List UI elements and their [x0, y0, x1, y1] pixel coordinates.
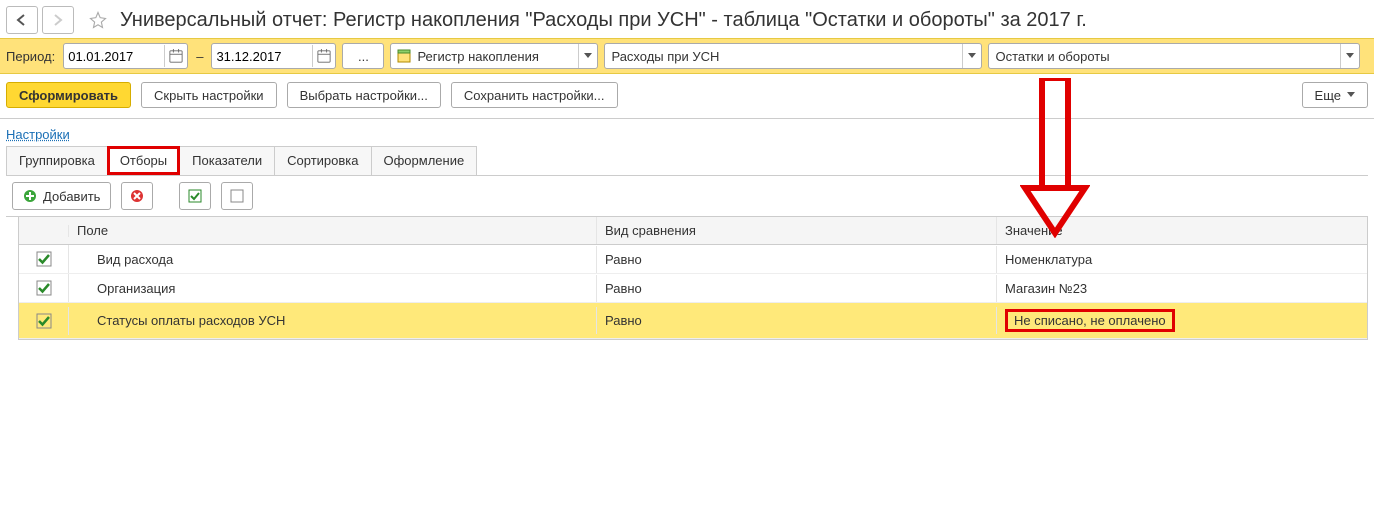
check-all-button[interactable]: [179, 182, 211, 210]
action-bar: Сформировать Скрыть настройки Выбрать на…: [0, 74, 1374, 119]
period-from-input[interactable]: [64, 45, 164, 67]
col-field[interactable]: Поле: [69, 217, 597, 244]
check-all-icon: [188, 189, 202, 203]
register-type-value: Регистр накопления: [417, 49, 538, 64]
chevron-down-icon[interactable]: [1340, 44, 1359, 68]
table-row[interactable]: Статусы оплаты расходов УСНРавноНе списа…: [19, 303, 1367, 339]
checkmark-icon: [36, 313, 52, 329]
checkmark-icon: [36, 280, 52, 296]
row-comparison[interactable]: Равно: [597, 246, 997, 273]
save-settings-button[interactable]: Сохранить настройки...: [451, 82, 618, 108]
row-comparison[interactable]: Равно: [597, 307, 997, 334]
title-bar: Универсальный отчет: Регистр накопления …: [0, 0, 1374, 38]
add-filter-button[interactable]: Добавить: [12, 182, 111, 210]
settings-link[interactable]: Настройки: [6, 127, 70, 142]
register-icon: [397, 49, 411, 63]
row-comparison[interactable]: Равно: [597, 275, 997, 302]
arrow-left-icon: [15, 14, 29, 26]
row-field[interactable]: Вид расхода: [69, 246, 597, 273]
calendar-icon[interactable]: [312, 45, 335, 67]
calendar-icon[interactable]: [164, 45, 187, 67]
uncheck-all-button[interactable]: [221, 182, 253, 210]
row-check[interactable]: [19, 245, 69, 273]
col-check: [19, 225, 69, 237]
arrow-right-icon: [51, 14, 65, 26]
row-value[interactable]: Номенклатура: [997, 246, 1367, 273]
more-label: Еще: [1315, 88, 1341, 103]
more-button[interactable]: Еще: [1302, 82, 1368, 108]
tab-measures[interactable]: Показатели: [179, 146, 275, 175]
row-field[interactable]: Организация: [69, 275, 597, 302]
tab-grouping[interactable]: Группировка: [6, 146, 108, 175]
filter-table: Поле Вид сравнения Значение Вид расходаР…: [18, 217, 1368, 340]
choose-settings-button[interactable]: Выбрать настройки...: [287, 82, 441, 108]
hide-settings-button[interactable]: Скрыть настройки: [141, 82, 277, 108]
favorite-icon[interactable]: [88, 10, 108, 30]
period-from: [63, 43, 188, 69]
period-bar: Период: – ... Регистр накопления Расходы…: [0, 38, 1374, 74]
back-button[interactable]: [6, 6, 38, 34]
register-type-combo[interactable]: Регистр накопления: [390, 43, 598, 69]
uncheck-all-icon: [230, 189, 244, 203]
row-value[interactable]: Не списано, не оплачено: [997, 303, 1367, 338]
table-name-value: Остатки и обороты: [995, 49, 1109, 64]
plus-icon: [23, 189, 37, 203]
page-title: Универсальный отчет: Регистр накопления …: [120, 9, 1087, 32]
delete-icon: [130, 189, 144, 203]
filter-table-header: Поле Вид сравнения Значение: [19, 217, 1367, 245]
tab-sorting[interactable]: Сортировка: [274, 146, 371, 175]
period-label: Период:: [6, 49, 55, 64]
chevron-down-icon: [1347, 92, 1355, 98]
row-value[interactable]: Магазин №23: [997, 275, 1367, 302]
table-row[interactable]: ОрганизацияРавноМагазин №23: [19, 274, 1367, 303]
tab-design[interactable]: Оформление: [371, 146, 478, 175]
add-filter-label: Добавить: [43, 189, 100, 204]
table-name-combo[interactable]: Остатки и обороты: [988, 43, 1360, 69]
col-comparison[interactable]: Вид сравнения: [597, 217, 997, 244]
period-more-button[interactable]: ...: [342, 43, 384, 69]
table-row[interactable]: Вид расходаРавноНоменклатура: [19, 245, 1367, 274]
filter-toolbar: Добавить: [6, 176, 1368, 217]
tab-filters[interactable]: Отборы: [107, 146, 180, 175]
row-field[interactable]: Статусы оплаты расходов УСН: [69, 307, 597, 334]
period-dash: –: [194, 49, 205, 64]
register-name-combo[interactable]: Расходы при УСН: [604, 43, 982, 69]
col-value[interactable]: Значение: [997, 217, 1367, 244]
period-to: [211, 43, 336, 69]
row-check[interactable]: [19, 274, 69, 302]
period-to-input[interactable]: [212, 45, 312, 67]
checkmark-icon: [36, 251, 52, 267]
row-check[interactable]: [19, 307, 69, 335]
chevron-down-icon[interactable]: [962, 44, 981, 68]
delete-filter-button[interactable]: [121, 182, 153, 210]
forward-button[interactable]: [42, 6, 74, 34]
generate-button[interactable]: Сформировать: [6, 82, 131, 108]
register-name-value: Расходы при УСН: [611, 49, 719, 64]
chevron-down-icon[interactable]: [578, 44, 597, 68]
settings-tabs: Группировка Отборы Показатели Сортировка…: [6, 146, 1368, 176]
settings-title: Настройки: [0, 119, 1374, 146]
